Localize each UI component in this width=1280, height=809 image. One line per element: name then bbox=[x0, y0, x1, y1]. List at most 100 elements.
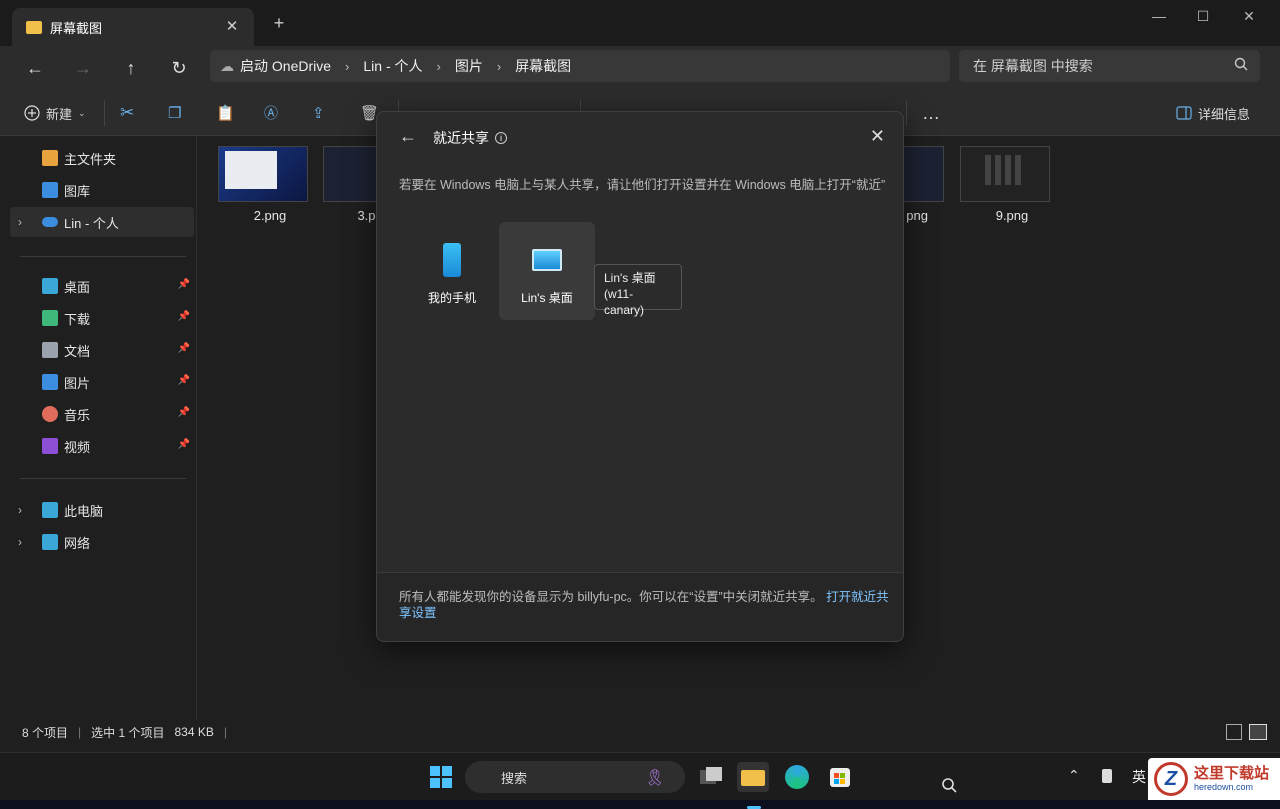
cut-icon[interactable]: ✂ bbox=[120, 100, 134, 126]
sidebar-item-network[interactable]: › 网络 bbox=[10, 527, 194, 557]
chevron-right-icon[interactable]: › bbox=[18, 535, 22, 549]
search-icon bbox=[1234, 57, 1248, 71]
pin-icon[interactable]: 📌 bbox=[178, 375, 190, 386]
sidebar-item-onedrive[interactable]: › Lin - 个人 bbox=[10, 207, 194, 237]
pin-icon[interactable]: 📌 bbox=[178, 311, 190, 322]
taskbar: 搜索 🎗 ⌃ 英 bbox=[0, 752, 1280, 809]
sidebar-item-downloads[interactable]: 下载 📌 bbox=[10, 303, 194, 333]
share-icon[interactable]: ⇪ bbox=[312, 100, 325, 126]
new-button[interactable]: 新建 ⌄ bbox=[24, 100, 86, 126]
task-view-icon[interactable] bbox=[696, 762, 726, 792]
navigation-pane: 主文件夹 图库 › Lin - 个人 桌面 📌 下载 📌 文档 📌 图片 📌 音… bbox=[0, 136, 197, 720]
gallery-icon bbox=[42, 182, 58, 198]
title-bar: 屏幕截图 ✕ + — ☐ ✕ bbox=[0, 0, 1280, 46]
sidebar-item-label: 音乐 bbox=[64, 407, 91, 423]
sidebar-item-music[interactable]: 音乐 📌 bbox=[10, 399, 194, 429]
ribbon-icon: 🎗 bbox=[644, 770, 665, 787]
monitor-icon bbox=[532, 249, 562, 271]
footer-description: 所有人都能发现你的设备显示为 billyfu-pc。你可以在“设置”中关闭就近共… bbox=[399, 590, 823, 604]
cloud-offline-icon: ☁ bbox=[220, 57, 234, 74]
back-arrow-icon[interactable]: ← bbox=[399, 126, 417, 147]
sidebar-item-label: 下载 bbox=[64, 311, 91, 327]
file-thumbnail[interactable] bbox=[960, 146, 1050, 202]
new-tab-button[interactable]: + bbox=[268, 12, 290, 34]
sidebar-item-label: 视频 bbox=[64, 439, 91, 455]
chevron-up-icon[interactable]: ⌃ bbox=[1068, 767, 1080, 784]
sidebar-item-pictures[interactable]: 图片 📌 bbox=[10, 367, 194, 397]
list-view-icon[interactable] bbox=[1226, 724, 1242, 740]
sidebar-item-desktop[interactable]: 桌面 📌 bbox=[10, 271, 194, 301]
dialog-title-text: 就近共享 bbox=[433, 130, 489, 146]
watermark-logo: Z 这里下载站 heredown.com bbox=[1148, 758, 1280, 800]
sidebar-item-home[interactable]: 主文件夹 bbox=[10, 143, 194, 173]
sidebar-item-this-pc[interactable]: › 此电脑 bbox=[10, 495, 194, 525]
file-thumbnail[interactable] bbox=[898, 146, 944, 202]
pin-icon[interactable]: 📌 bbox=[178, 439, 190, 450]
up-icon[interactable]: ↑ bbox=[116, 54, 146, 82]
store-icon[interactable] bbox=[825, 762, 855, 792]
forward-icon[interactable]: → bbox=[68, 54, 98, 82]
device-lin-desktop[interactable]: Lin's 桌面 bbox=[499, 222, 595, 320]
sidebar-item-label: 文档 bbox=[64, 343, 91, 359]
selection-size: 834 KB bbox=[174, 725, 214, 739]
breadcrumb-pictures[interactable]: 图片 bbox=[455, 56, 483, 76]
footer-text: 所有人都能发现你的设备显示为 billyfu-pc。你可以在“设置”中关闭就近共… bbox=[399, 589, 889, 621]
thumbnail-view-icon[interactable] bbox=[1249, 724, 1267, 740]
file-name[interactable]: 9.png bbox=[967, 208, 1057, 223]
dialog-description: 若要在 Windows 电脑上与某人共享，请让他们打开设置并在 Windows … bbox=[399, 178, 886, 192]
info-icon[interactable]: i bbox=[495, 132, 507, 144]
copy-icon[interactable]: ❐ bbox=[168, 100, 181, 126]
device-my-phone[interactable]: 我的手机 bbox=[404, 222, 500, 320]
taskbar-search[interactable]: 搜索 🎗 bbox=[465, 761, 957, 793]
minimize-button[interactable]: — bbox=[1136, 6, 1182, 26]
item-count: 8 个项目 bbox=[22, 725, 69, 740]
details-pane-button[interactable]: 详细信息 bbox=[1176, 100, 1250, 126]
back-icon[interactable]: ← bbox=[20, 54, 50, 82]
chevron-right-icon: › bbox=[496, 58, 502, 74]
watermark-title: 这里下载站 bbox=[1194, 765, 1270, 782]
breadcrumb-lin[interactable]: Lin - 个人 bbox=[363, 56, 422, 76]
usb-icon[interactable] bbox=[1102, 769, 1112, 783]
paste-icon[interactable]: 📋 bbox=[216, 100, 235, 126]
refresh-icon[interactable]: ↻ bbox=[164, 54, 194, 82]
pin-icon[interactable]: 📌 bbox=[178, 279, 190, 290]
close-window-button[interactable]: ✕ bbox=[1226, 6, 1272, 26]
breadcrumb-onedrive[interactable]: 启动 OneDrive bbox=[240, 56, 331, 76]
onedrive-icon bbox=[42, 217, 58, 227]
pictures-icon bbox=[42, 374, 58, 390]
file-thumbnail[interactable] bbox=[218, 146, 308, 202]
phone-icon bbox=[443, 243, 461, 277]
sidebar-item-gallery[interactable]: 图库 bbox=[10, 175, 194, 205]
tab-screenshots[interactable]: 屏幕截图 ✕ bbox=[12, 8, 254, 46]
start-icon[interactable] bbox=[426, 762, 456, 792]
sidebar-item-videos[interactable]: 视频 📌 bbox=[10, 431, 194, 461]
search-input[interactable]: 在 屏幕截图 中搜索 bbox=[959, 50, 1260, 82]
taskbar-search-label: 搜索 bbox=[501, 770, 528, 786]
sidebar-item-label: Lin - 个人 bbox=[64, 215, 119, 231]
pin-icon[interactable]: 📌 bbox=[178, 407, 190, 418]
file-name[interactable]: 2.png bbox=[225, 208, 315, 223]
details-pane-icon bbox=[1176, 106, 1192, 120]
breadcrumb[interactable]: ☁ 启动 OneDrive › Lin - 个人 › 图片 › 屏幕截图 bbox=[210, 50, 950, 82]
sidebar-item-label: 主文件夹 bbox=[64, 151, 117, 167]
details-label: 详细信息 bbox=[1198, 106, 1251, 122]
chevron-right-icon[interactable]: › bbox=[18, 503, 22, 517]
home-icon bbox=[42, 150, 58, 166]
nearby-share-dialog: ← 就近共享 i ✕ 若要在 Windows 电脑上与某人共享，请让他们打开设置… bbox=[376, 111, 904, 642]
close-icon[interactable]: ✕ bbox=[870, 126, 885, 147]
sidebar-item-documents[interactable]: 文档 📌 bbox=[10, 335, 194, 365]
close-tab-icon[interactable]: ✕ bbox=[222, 17, 242, 35]
pin-icon[interactable]: 📌 bbox=[178, 343, 190, 354]
more-options-icon[interactable]: … bbox=[922, 100, 941, 126]
breadcrumb-screenshots[interactable]: 屏幕截图 bbox=[515, 56, 571, 76]
file-explorer-taskbar-icon[interactable] bbox=[737, 762, 769, 809]
chevron-right-icon: › bbox=[345, 58, 350, 74]
sidebar-item-label: 图片 bbox=[64, 375, 91, 391]
maximize-button[interactable]: ☐ bbox=[1180, 6, 1226, 26]
folder-icon bbox=[26, 20, 42, 34]
address-row: ← → ↑ ↻ ☁ 启动 OneDrive › Lin - 个人 › 图片 › … bbox=[0, 46, 1280, 90]
chevron-right-icon[interactable]: › bbox=[18, 215, 22, 229]
edge-icon[interactable] bbox=[782, 762, 812, 792]
ime-indicator[interactable]: 英 bbox=[1132, 767, 1146, 787]
rename-icon[interactable]: Ⓐ bbox=[264, 100, 278, 126]
